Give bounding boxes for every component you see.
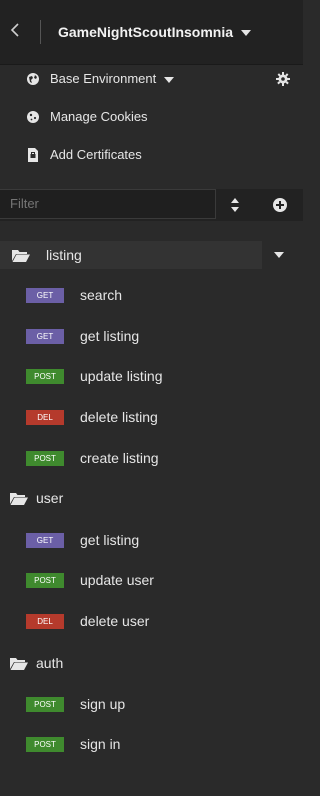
add-certificates-label: Add Certificates — [50, 147, 142, 162]
folder-name: user — [36, 490, 64, 506]
method-badge: DEL — [26, 614, 64, 629]
manage-cookies-label: Manage Cookies — [50, 109, 148, 124]
request-item[interactable]: GET search — [0, 281, 303, 309]
filter-input[interactable] — [0, 189, 216, 219]
request-item[interactable]: POST sign in — [0, 730, 303, 758]
certificate-icon — [28, 148, 38, 162]
request-name: get listing — [80, 328, 140, 344]
request-item[interactable]: DEL delete user — [0, 607, 303, 635]
request-item[interactable]: GET get listing — [0, 322, 303, 350]
request-name: create listing — [80, 450, 159, 466]
environment-selector[interactable]: Base Environment — [0, 66, 303, 92]
request-item[interactable]: POST create listing — [0, 444, 303, 472]
add-certificates-button[interactable]: Add Certificates — [0, 142, 303, 168]
request-item[interactable]: POST update listing — [0, 362, 303, 390]
globe-icon — [27, 73, 39, 85]
back-chevron-icon[interactable] — [10, 23, 22, 39]
folder-name: auth — [36, 655, 64, 671]
chevron-down-icon — [241, 30, 252, 37]
folder-open-icon — [12, 250, 30, 262]
request-name: delete user — [80, 613, 150, 629]
request-name: get listing — [80, 532, 140, 548]
method-badge: POST — [26, 737, 64, 752]
method-badge: GET — [26, 533, 64, 548]
folder-name: listing — [46, 247, 82, 263]
folder-open-icon — [10, 493, 28, 505]
sort-icon[interactable] — [230, 195, 240, 215]
request-name: delete listing — [80, 409, 158, 425]
method-badge: DEL — [26, 410, 64, 425]
request-name: update user — [80, 572, 154, 588]
add-icon[interactable] — [272, 197, 288, 213]
folder-listing[interactable]: listing — [0, 241, 262, 269]
workspace-switcher[interactable]: GameNightScoutInsomnia — [58, 21, 252, 43]
request-item[interactable]: DEL delete listing — [0, 403, 303, 431]
method-badge: POST — [26, 369, 64, 384]
method-badge: POST — [26, 697, 64, 712]
method-badge: POST — [26, 451, 64, 466]
request-name: update listing — [80, 368, 163, 384]
folder-user[interactable]: user — [0, 484, 303, 512]
request-item[interactable]: GET get listing — [0, 526, 303, 554]
chevron-down-icon — [164, 76, 175, 83]
workspace-name: GameNightScoutInsomnia — [58, 24, 234, 40]
cookie-icon — [27, 111, 39, 123]
gear-icon[interactable] — [276, 72, 290, 86]
request-name: sign up — [80, 696, 126, 712]
manage-cookies-button[interactable]: Manage Cookies — [0, 104, 303, 130]
request-name: search — [80, 287, 123, 303]
method-badge: GET — [26, 288, 64, 303]
method-badge: POST — [26, 573, 64, 588]
folder-open-icon — [10, 658, 28, 670]
request-name: sign in — [80, 736, 121, 752]
filter-bar — [0, 189, 303, 221]
chevron-down-icon[interactable] — [274, 252, 284, 258]
top-bar: GameNightScoutInsomnia — [0, 0, 303, 65]
method-badge: GET — [26, 329, 64, 344]
divider — [40, 20, 41, 44]
request-item[interactable]: POST update user — [0, 566, 303, 594]
request-item[interactable]: POST sign up — [0, 690, 303, 718]
environment-label: Base Environment — [50, 66, 175, 92]
folder-auth[interactable]: auth — [0, 649, 303, 677]
